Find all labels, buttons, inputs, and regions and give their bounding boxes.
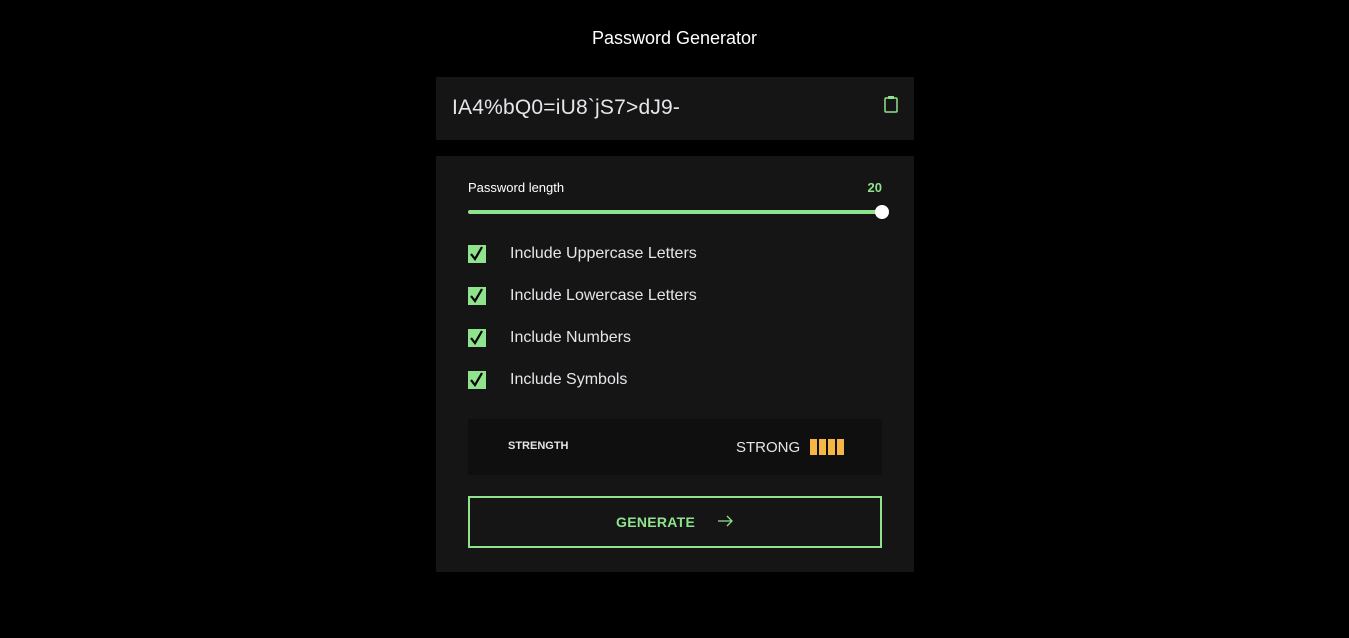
generate-label: GENERATE xyxy=(616,514,696,530)
strength-bar xyxy=(819,439,826,455)
copy-button[interactable] xyxy=(884,95,898,113)
strength-bar xyxy=(828,439,835,455)
strength-bar xyxy=(837,439,844,455)
checkmark-icon xyxy=(470,246,483,261)
length-slider-thumb[interactable] xyxy=(875,205,889,219)
clipboard-icon xyxy=(884,96,898,113)
length-label: Password length xyxy=(468,180,565,195)
strength-label: STRENGTH xyxy=(508,440,569,452)
generate-button[interactable]: GENERATE xyxy=(468,496,882,548)
symbols-label: Include Symbols xyxy=(510,371,628,388)
numbers-label: Include Numbers xyxy=(510,329,631,346)
length-slider[interactable] xyxy=(468,205,889,219)
page-title: Password Generator xyxy=(591,28,758,48)
lowercase-label: Include Lowercase Letters xyxy=(510,287,697,304)
strength-value: STRONG xyxy=(736,439,801,456)
checkmark-icon xyxy=(470,330,483,345)
settings-panel: Password length 20 Include Uppercase Let… xyxy=(436,156,914,572)
password-display: IA4%bQ0=iU8`jS7>dJ9- xyxy=(436,77,914,140)
symbols-checkbox[interactable] xyxy=(468,371,486,389)
checkmark-icon xyxy=(470,288,483,303)
uppercase-checkbox[interactable] xyxy=(468,245,486,263)
password-text: IA4%bQ0=iU8`jS7>dJ9- xyxy=(452,96,681,119)
length-value: 20 xyxy=(867,180,882,195)
strength-bar xyxy=(810,439,817,455)
arrow-right-icon xyxy=(718,515,733,527)
uppercase-label: Include Uppercase Letters xyxy=(510,245,697,262)
strength-meter: STRENGTH STRONG xyxy=(468,419,882,475)
lowercase-checkbox[interactable] xyxy=(468,287,486,305)
checkmark-icon xyxy=(470,372,483,387)
numbers-checkbox[interactable] xyxy=(468,329,486,347)
